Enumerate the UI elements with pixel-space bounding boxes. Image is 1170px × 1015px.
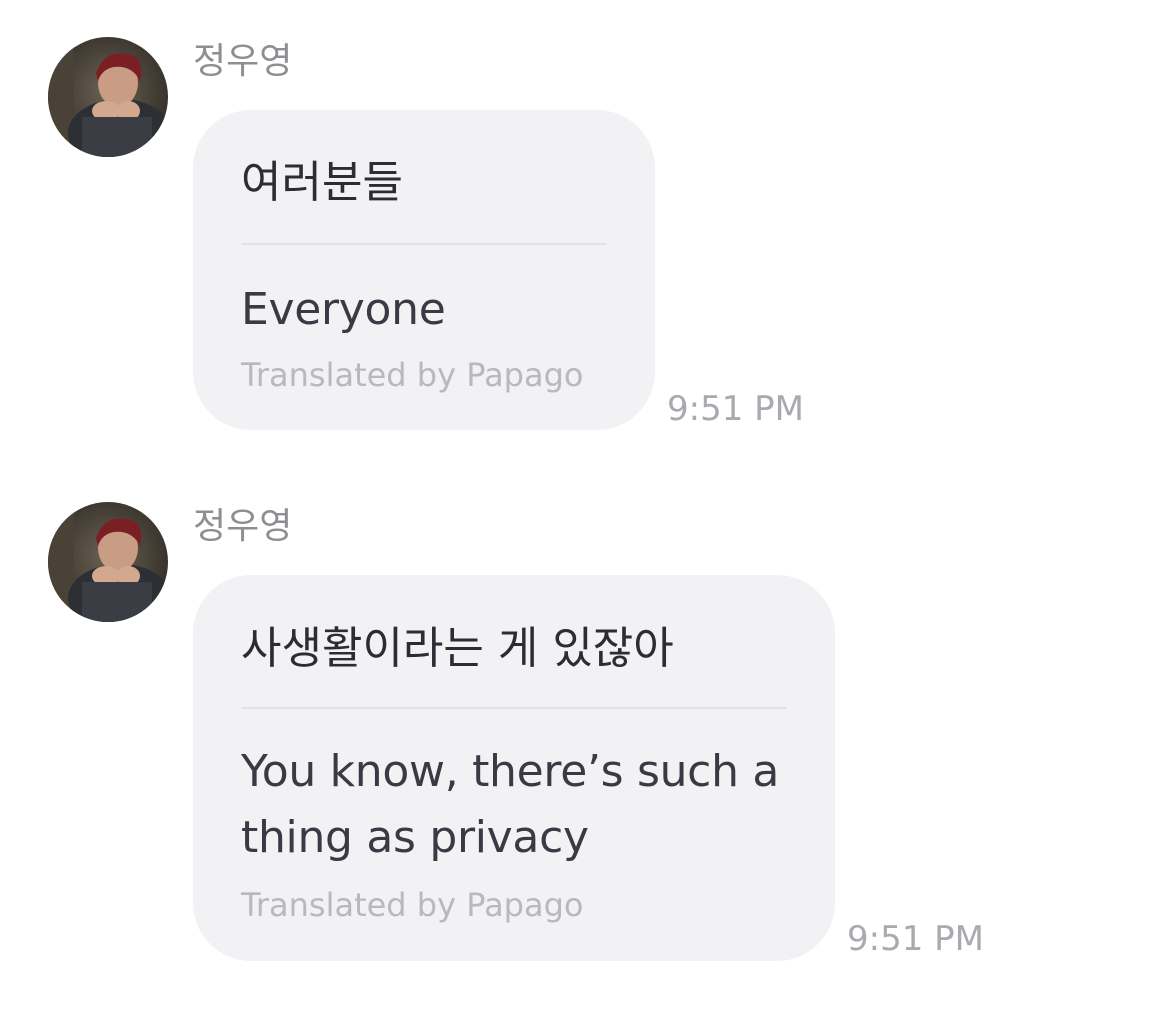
translated-text: Everyone bbox=[241, 284, 446, 335]
sender-name: 정우영 bbox=[193, 41, 293, 82]
original-text: 여러분들 bbox=[241, 157, 403, 208]
sender-avatar[interactable] bbox=[48, 502, 168, 622]
translation-credit: Translated by Papago bbox=[241, 886, 584, 924]
translation-credit: Translated by Papago bbox=[241, 356, 584, 394]
translation-divider bbox=[241, 243, 607, 245]
message-bubble[interactable]: 사생활이라는 게 있잖아 You know, there’s such a th… bbox=[193, 575, 835, 961]
translation-divider bbox=[241, 707, 787, 709]
message-time: 9:51 PM bbox=[667, 389, 804, 429]
avatar-photo-icon bbox=[48, 37, 168, 157]
translated-text: You know, there’s such a thing as privac… bbox=[241, 746, 780, 863]
sender-avatar[interactable] bbox=[48, 37, 168, 157]
avatar-photo-icon bbox=[48, 502, 168, 622]
sender-name: 정우영 bbox=[193, 506, 293, 547]
original-text: 사생활이라는 게 있잖아 bbox=[241, 623, 674, 674]
message-time: 9:51 PM bbox=[847, 919, 984, 959]
message-bubble[interactable]: 여러분들 Everyone Translated by Papago bbox=[193, 110, 655, 430]
